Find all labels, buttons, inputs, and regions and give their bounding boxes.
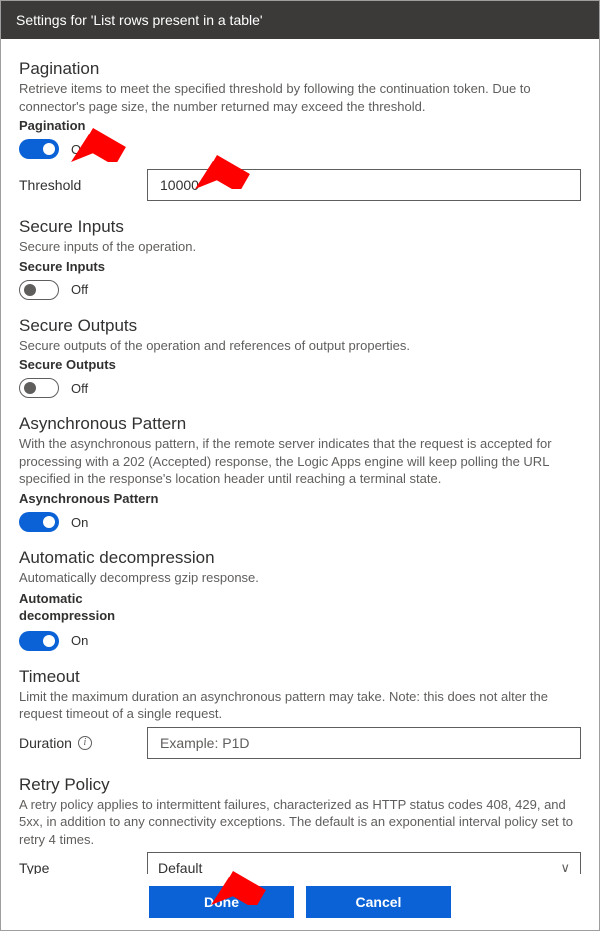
secure-outputs-toggle-state: Off (71, 381, 88, 396)
dialog-content: Pagination Retrieve items to meet the sp… (1, 39, 599, 874)
section-async-pattern: Asynchronous Pattern With the asynchrono… (19, 414, 581, 532)
timeout-description: Limit the maximum duration an asynchrono… (19, 688, 581, 723)
secure-outputs-label: Secure Outputs (19, 357, 581, 372)
pagination-toggle-state: On (71, 142, 88, 157)
dialog-footer: Done Cancel (1, 874, 599, 930)
secure-inputs-description: Secure inputs of the operation. (19, 238, 581, 256)
secure-outputs-description: Secure outputs of the operation and refe… (19, 337, 581, 355)
auto-decompression-heading: Automatic decompression (19, 548, 581, 568)
retry-policy-description: A retry policy applies to intermittent f… (19, 796, 581, 849)
done-button[interactable]: Done (149, 886, 294, 918)
async-pattern-toggle-state: On (71, 515, 88, 530)
duration-input[interactable] (147, 727, 581, 759)
toggle-knob-icon (43, 516, 55, 528)
cancel-button[interactable]: Cancel (306, 886, 451, 918)
toggle-knob-icon (24, 382, 36, 394)
async-pattern-label: Asynchronous Pattern (19, 491, 581, 506)
async-pattern-toggle[interactable] (19, 512, 59, 532)
retry-type-select[interactable]: Default ∨ (147, 852, 581, 874)
auto-decompression-description: Automatically decompress gzip response. (19, 569, 581, 587)
secure-inputs-toggle-state: Off (71, 282, 88, 297)
pagination-toggle[interactable] (19, 139, 59, 159)
pagination-description: Retrieve items to meet the specified thr… (19, 80, 581, 115)
info-icon[interactable]: i (78, 736, 92, 750)
retry-policy-heading: Retry Policy (19, 775, 581, 795)
section-pagination: Pagination Retrieve items to meet the sp… (19, 59, 581, 201)
async-pattern-heading: Asynchronous Pattern (19, 414, 581, 434)
secure-inputs-heading: Secure Inputs (19, 217, 581, 237)
chevron-down-icon: ∨ (560, 860, 570, 874)
secure-outputs-toggle[interactable] (19, 378, 59, 398)
secure-inputs-label: Secure Inputs (19, 259, 581, 274)
section-secure-inputs: Secure Inputs Secure inputs of the opera… (19, 217, 581, 300)
async-pattern-description: With the asynchronous pattern, if the re… (19, 435, 581, 488)
section-auto-decompression: Automatic decompression Automatically de… (19, 548, 581, 651)
timeout-heading: Timeout (19, 667, 581, 687)
secure-outputs-heading: Secure Outputs (19, 316, 581, 336)
toggle-knob-icon (43, 143, 55, 155)
auto-decompression-toggle[interactable] (19, 631, 59, 651)
auto-decompression-label: Automatic decompression (19, 590, 129, 625)
dialog-title: Settings for 'List rows present in a tab… (1, 1, 599, 39)
retry-type-value: Default (158, 860, 202, 874)
secure-inputs-toggle[interactable] (19, 280, 59, 300)
retry-type-label: Type (19, 860, 139, 874)
pagination-label: Pagination (19, 118, 581, 133)
pagination-heading: Pagination (19, 59, 581, 79)
section-retry-policy: Retry Policy A retry policy applies to i… (19, 775, 581, 874)
section-secure-outputs: Secure Outputs Secure outputs of the ope… (19, 316, 581, 399)
toggle-knob-icon (24, 284, 36, 296)
auto-decompression-toggle-state: On (71, 633, 88, 648)
section-timeout: Timeout Limit the maximum duration an as… (19, 667, 581, 759)
duration-label: Duration i (19, 735, 139, 751)
threshold-input[interactable] (147, 169, 581, 201)
toggle-knob-icon (43, 635, 55, 647)
threshold-label: Threshold (19, 177, 139, 193)
